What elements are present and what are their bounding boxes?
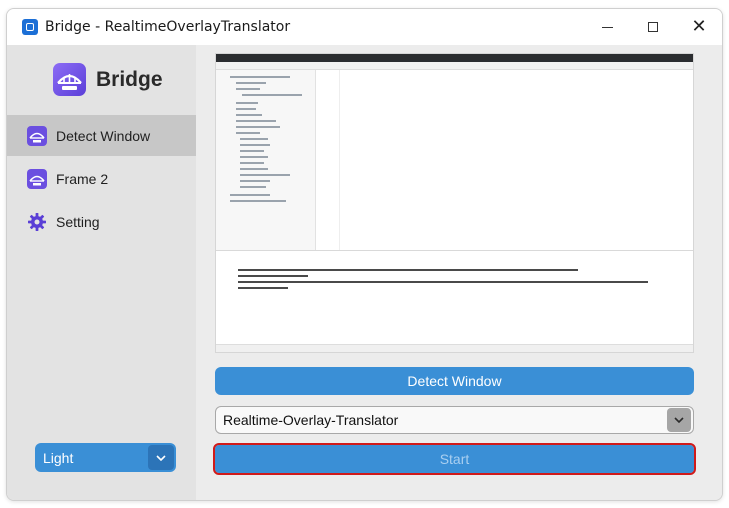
sidebar-item-label: Frame 2	[56, 170, 109, 187]
chevron-down-icon[interactable]	[667, 408, 691, 432]
app-window: Bridge - RealtimeOverlayTranslator ✕ Bri…	[6, 8, 723, 501]
preview-console	[216, 250, 693, 346]
title-bar[interactable]: Bridge - RealtimeOverlayTranslator ✕	[7, 9, 722, 45]
maximize-icon	[648, 22, 658, 32]
window-select-value: Realtime-Overlay-Translator	[223, 412, 399, 428]
minimize-icon	[601, 26, 613, 28]
sidebar: Bridge Detect Window Frame 2 Setting Lig…	[7, 45, 196, 500]
sidebar-item-detect-window[interactable]: Detect Window	[7, 115, 196, 156]
preview-toolbar	[216, 54, 693, 62]
window-select[interactable]: Realtime-Overlay-Translator	[215, 406, 694, 434]
preview-editor	[316, 70, 693, 250]
window-controls: ✕	[584, 9, 722, 45]
preview-gutter	[316, 70, 340, 250]
app-logo: Bridge	[53, 63, 163, 96]
start-button[interactable]: Start	[213, 443, 696, 475]
close-button[interactable]: ✕	[676, 9, 722, 45]
bridge-icon	[27, 168, 47, 189]
preview-status-bar	[216, 344, 693, 352]
main-panel: Detect Window Realtime-Overlay-Translato…	[196, 45, 722, 500]
close-icon: ✕	[691, 16, 707, 37]
window-preview-image	[215, 53, 694, 353]
appearance-mode-value: Light	[43, 449, 74, 466]
window-title: Bridge - RealtimeOverlayTranslator	[45, 19, 291, 35]
sidebar-item-label: Setting	[56, 213, 100, 230]
bridge-icon	[27, 125, 47, 146]
app-name: Bridge	[96, 67, 163, 91]
detect-window-button[interactable]: Detect Window	[215, 367, 694, 395]
sidebar-item-setting[interactable]: Setting	[7, 201, 196, 242]
sidebar-item-frame-2[interactable]: Frame 2	[7, 158, 196, 199]
appearance-mode-select[interactable]: Light	[35, 443, 176, 472]
sidebar-item-label: Detect Window	[56, 127, 151, 144]
minimize-button[interactable]	[584, 9, 630, 45]
bridge-logo-icon	[53, 63, 86, 96]
maximize-button[interactable]	[630, 9, 676, 45]
preview-project-tree	[216, 70, 316, 250]
app-icon	[22, 19, 38, 35]
chevron-down-icon[interactable]	[148, 445, 174, 470]
gear-icon	[27, 212, 47, 232]
preview-tabs	[216, 62, 693, 70]
